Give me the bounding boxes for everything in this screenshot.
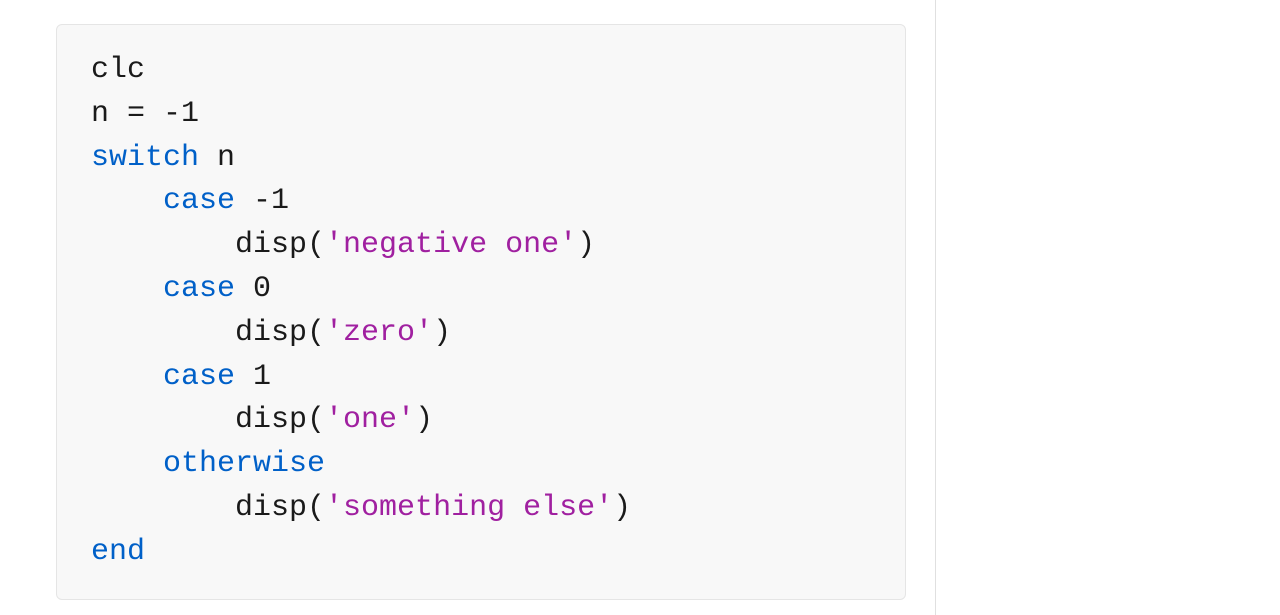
code-block: clc n = -1 switch n case -1 disp('negati… <box>56 24 906 600</box>
keyword-case: case <box>163 184 235 218</box>
case3-val: 1 <box>235 360 271 394</box>
case2-val: 0 <box>235 272 271 306</box>
keyword-switch: switch <box>91 141 199 175</box>
indent <box>91 272 163 306</box>
code-line-2b: -1 <box>163 97 199 131</box>
disp-post: ) <box>577 228 595 262</box>
disp-pre: disp( <box>235 316 325 350</box>
indent <box>91 447 163 481</box>
disp-post: ) <box>613 491 631 525</box>
disp-pre: disp( <box>235 491 325 525</box>
code-line-1: clc <box>91 53 145 87</box>
disp-pre: disp( <box>235 403 325 437</box>
code-content: clc n = -1 switch n case -1 disp('negati… <box>91 49 871 575</box>
code-line-2a: n = <box>91 97 163 131</box>
string-literal: 'zero' <box>325 316 433 350</box>
case1-val: -1 <box>235 184 289 218</box>
string-literal: 'one' <box>325 403 415 437</box>
disp-post: ) <box>415 403 433 437</box>
keyword-end: end <box>91 535 145 569</box>
string-literal: 'negative one' <box>325 228 577 262</box>
string-literal: 'something else' <box>325 491 613 525</box>
keyword-case: case <box>163 272 235 306</box>
indent <box>91 316 235 350</box>
disp-pre: disp( <box>235 228 325 262</box>
indent <box>91 360 163 394</box>
indent <box>91 184 163 218</box>
code-line-3b: n <box>199 141 235 175</box>
indent <box>91 228 235 262</box>
keyword-case: case <box>163 360 235 394</box>
keyword-otherwise: otherwise <box>163 447 325 481</box>
vertical-divider <box>935 0 936 615</box>
indent <box>91 403 235 437</box>
indent <box>91 491 235 525</box>
disp-post: ) <box>433 316 451 350</box>
